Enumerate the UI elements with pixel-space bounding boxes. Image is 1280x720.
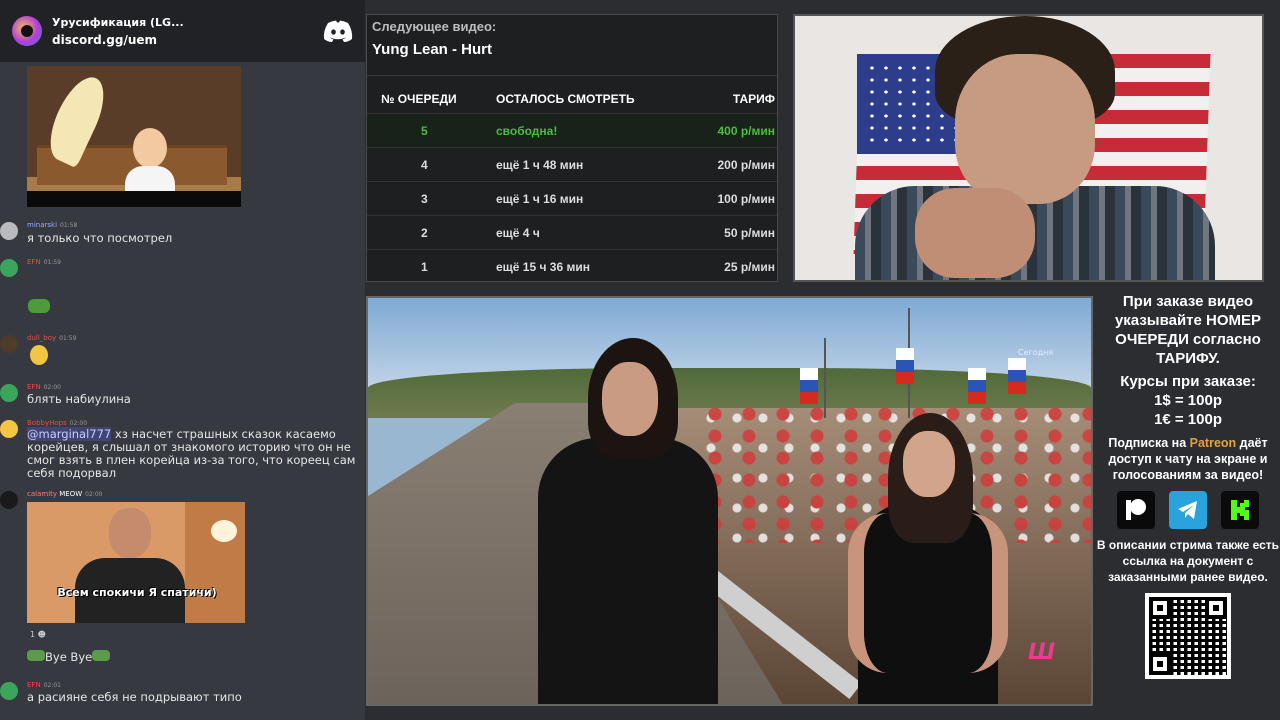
message-time: 02:01 <box>43 682 61 689</box>
queue-row: 5 свободна! 400 р/мин <box>367 113 777 147</box>
message-time: 01:58 <box>60 222 78 229</box>
message-time: 01:59 <box>59 335 77 342</box>
message-time: 02:00 <box>85 491 103 498</box>
qr-code[interactable] <box>1145 593 1231 679</box>
username[interactable]: EFN <box>27 681 41 689</box>
avatar <box>0 682 18 700</box>
avatar <box>0 335 18 353</box>
username[interactable]: dull_boy <box>27 334 56 342</box>
next-video-label: Следующее видео: <box>372 19 497 34</box>
message-text: Bye Bye <box>45 650 93 664</box>
avatar <box>0 222 18 240</box>
chat-header: Урусификация (LG... discord.gg/uem <box>0 0 365 62</box>
queue-row: 2 ещё 4 ч 50 р/мин <box>367 215 777 249</box>
chat-gif-cartoon <box>27 66 241 207</box>
rate-eur: 1€ = 100р <box>1154 411 1222 428</box>
pepe-emoji-icon <box>28 299 50 313</box>
message-time: 02:00 <box>69 420 88 427</box>
pepe-emoji-icon <box>92 650 111 661</box>
username[interactable]: EFN <box>27 383 41 391</box>
video-watermark: Сегодня <box>1018 348 1054 357</box>
rate-usd: 1$ = 100р <box>1154 392 1222 409</box>
pepe-emoji-icon <box>27 650 45 661</box>
avatar <box>0 420 18 438</box>
order-instructions: При заказе видео указывайте НОМЕР ОЧЕРЕД… <box>1114 293 1262 367</box>
subscription-text: Подписка на Patreon даёт доступ к чату н… <box>1108 436 1268 482</box>
patreon-link[interactable]: Patreon <box>1190 436 1237 450</box>
discord-chat-panel: Урусификация (LG... discord.gg/uem minar… <box>0 0 365 720</box>
header-remaining: ОСТАЛОСЬ СМОТРЕТЬ <box>496 92 635 106</box>
chat-gif-man: Всем спокичи Я спатичи) <box>27 502 245 623</box>
server-icon <box>12 16 42 46</box>
username[interactable]: calamity <box>27 490 57 498</box>
discord-logo-icon <box>323 20 353 42</box>
gif-caption: Всем спокичи Я спатичи) <box>57 586 217 599</box>
username[interactable]: BobbyHops <box>27 419 67 427</box>
telegram-icon[interactable] <box>1169 491 1207 529</box>
streamer-webcam <box>793 14 1264 282</box>
server-invite-link[interactable]: discord.gg/uem <box>52 33 323 47</box>
avatar <box>0 491 18 509</box>
rates-title: Курсы при заказе: <box>1120 373 1256 390</box>
kick-icon[interactable] <box>1221 491 1259 529</box>
description-note: В описании стрима также есть ссылка на д… <box>1096 538 1280 584</box>
message-time: 01:59 <box>43 259 61 266</box>
next-video-title: Yung Lean - Hurt <box>372 41 492 58</box>
message-time: 02:00 <box>43 384 61 391</box>
social-icons <box>1096 491 1280 529</box>
queue-row: 3 ещё 1 ч 16 мин 100 р/мин <box>367 181 777 215</box>
queue-row: 4 ещё 1 ч 48 мин 200 р/мин <box>367 147 777 181</box>
main-video-player[interactable]: Сегодня Ш <box>366 296 1093 706</box>
header-queue-number: № ОЧЕРЕДИ <box>381 92 457 106</box>
message-text: блять набиулина <box>27 392 131 406</box>
channel-logo: Ш <box>1028 640 1056 665</box>
patreon-icon[interactable] <box>1117 491 1155 529</box>
server-name: Урусификация (LG... <box>52 15 184 29</box>
message-text: @marginal777 хз насчет страшных сказок к… <box>27 427 356 480</box>
video-queue-panel: Следующее видео: Yung Lean - Hurt № ОЧЕР… <box>366 14 778 282</box>
avatar <box>0 259 18 277</box>
header-rate: ТАРИФ <box>732 92 775 106</box>
emoji-face-icon <box>30 345 48 365</box>
username[interactable]: minarski <box>27 221 57 229</box>
user-badge: MEOW <box>59 490 83 498</box>
message-text: а расияне себя не подрывают типо <box>27 690 242 704</box>
avatar <box>0 384 18 402</box>
queue-row: 1 ещё 15 ч 36 мин 25 р/мин <box>367 249 777 283</box>
person-left <box>538 338 718 704</box>
order-info-panel: При заказе видео указывайте НОМЕР ОЧЕРЕД… <box>1096 290 1280 679</box>
stream-layout: Урусификация (LG... discord.gg/uem minar… <box>0 0 1280 720</box>
message-text: я только что посмотрел <box>27 231 173 245</box>
reaction-badge[interactable]: 1 ☻ <box>30 630 46 639</box>
username[interactable]: EFN <box>27 258 41 266</box>
person-right <box>848 413 1008 704</box>
user-mention[interactable]: @marginal777 <box>27 427 112 441</box>
